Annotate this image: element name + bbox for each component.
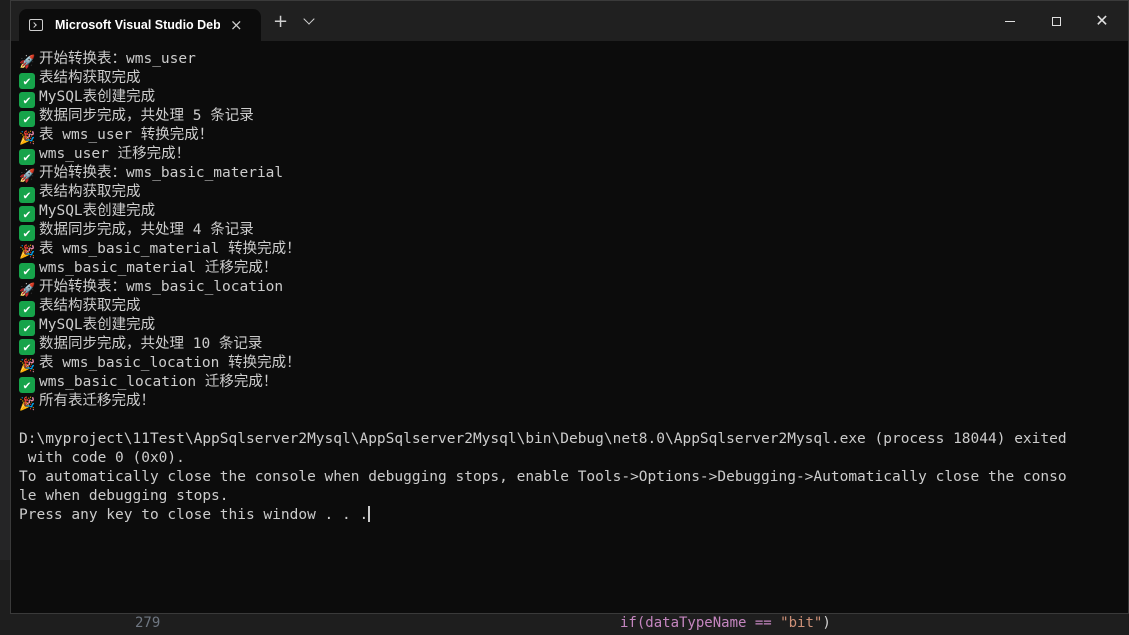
console-line: 🎉 所有表迁移完成！	[19, 392, 1114, 412]
console-line: 🎉 表 wms_basic_material 转换完成！	[19, 240, 1114, 260]
console-line-text: 数据同步完成，共处理 4 条记录	[39, 222, 254, 238]
check-icon: ✔	[19, 149, 35, 165]
check-icon: ✔	[19, 73, 35, 89]
check-icon: ✔	[19, 92, 35, 108]
minimize-icon	[1005, 20, 1015, 22]
minimize-button[interactable]	[987, 1, 1033, 41]
editor-code-suffix: )	[822, 615, 831, 631]
console-line: ✔ MySQL表创建完成	[19, 88, 1114, 108]
console-line: ✔ 表结构获取完成	[19, 297, 1114, 317]
console-line-text: le when debugging stops.	[19, 488, 229, 504]
console-output[interactable]: 🚀 开始转换表：wms_user ✔ 表结构获取完成 ✔ MySQL表创建完成 ✔ 数据同步完…	[19, 50, 1114, 525]
console-line: 🎉 表 wms_basic_location 转换完成！	[19, 354, 1114, 374]
console-line-text: MySQL表创建完成	[39, 203, 156, 219]
console-line-text: 表结构获取完成	[39, 184, 141, 200]
new-tab-button[interactable]: +	[273, 13, 288, 31]
console-line-text: 表结构获取完成	[39, 298, 141, 314]
check-icon: ✔	[19, 377, 35, 393]
editor-code-line: if(dataTypeName == "bit")	[620, 615, 831, 631]
console-line: ✔ 数据同步完成，共处理 5 条记录	[19, 107, 1114, 127]
check-icon: ✔	[19, 263, 35, 279]
close-icon: ✕	[1095, 11, 1109, 30]
console-line-text: D:\myproject\11Test\AppSqlserver2Mysql\A…	[19, 431, 1067, 447]
editor-code-string: "bit"	[780, 615, 823, 631]
console-line: ✔ 数据同步完成，共处理 4 条记录	[19, 221, 1114, 241]
maximize-button[interactable]	[1033, 1, 1079, 41]
editor-line-number: 279	[135, 615, 161, 631]
console-line-text: 表 wms_user 转换完成！	[39, 127, 214, 143]
console-line-text: To automatically close the console when …	[19, 469, 1067, 485]
tab-close-icon[interactable]: ×	[230, 17, 243, 33]
check-icon: ✔	[19, 225, 35, 241]
check-icon: ✔	[19, 339, 35, 355]
party-icon: 🎉	[19, 397, 36, 412]
console-line-text: 开始转换表：wms_basic_location	[39, 279, 284, 295]
console-line-text: with code 0 (0x0).	[19, 450, 185, 466]
console-line: ✔ 数据同步完成，共处理 10 条记录	[19, 335, 1114, 355]
terminal-icon	[29, 19, 43, 31]
console-line: ✔ wms_basic_material 迁移完成！	[19, 259, 1114, 279]
check-icon: ✔	[19, 320, 35, 336]
console-line-text: 数据同步完成，共处理 5 条记录	[39, 108, 254, 124]
console-line: le when debugging stops.	[19, 487, 1114, 506]
console-line: ✔ 表结构获取完成	[19, 183, 1114, 203]
console-line-text: 所有表迁移完成！	[39, 393, 155, 409]
console-line: 🚀 开始转换表：wms_user	[19, 50, 1114, 70]
console-line: To automatically close the console when …	[19, 468, 1114, 487]
text-cursor	[368, 506, 371, 522]
console-line-text: Press any key to close this window . . .	[19, 507, 369, 523]
console-line: 🚀 开始转换表：wms_basic_material	[19, 164, 1114, 184]
console-line-text: 开始转换表：wms_basic_material	[39, 165, 284, 181]
console-line: 🚀 开始转换表：wms_basic_location	[19, 278, 1114, 298]
debug-console-window: Microsoft Visual Studio Debug Console × …	[10, 0, 1129, 614]
console-line: ✔ MySQL表创建完成	[19, 202, 1114, 222]
check-icon: ✔	[19, 206, 35, 222]
console-line: D:\myproject\11Test\AppSqlserver2Mysql\A…	[19, 430, 1114, 449]
editor-code-prefix: if(dataTypeName ==	[620, 615, 781, 631]
console-line-text: MySQL表创建完成	[39, 317, 156, 333]
check-icon: ✔	[19, 301, 35, 317]
console-line: ✔ wms_basic_location 迁移完成！	[19, 373, 1114, 393]
close-window-button[interactable]: ✕	[1079, 1, 1125, 41]
console-line-text: 表 wms_basic_material 转换完成！	[39, 241, 301, 257]
console-line-text: 数据同步完成，共处理 10 条记录	[39, 336, 263, 352]
chevron-down-icon[interactable]	[303, 13, 315, 25]
console-tab[interactable]: Microsoft Visual Studio Debug Console ×	[19, 9, 261, 41]
console-line-text: 开始转换表：wms_user	[39, 51, 196, 67]
console-line-text: 表结构获取完成	[39, 70, 141, 86]
console-line-text: MySQL表创建完成	[39, 89, 156, 105]
console-line-text: wms_user 迁移完成！	[39, 146, 191, 162]
console-line: with code 0 (0x0).	[19, 449, 1114, 468]
console-line: ✔ 表结构获取完成	[19, 69, 1114, 89]
maximize-icon	[1051, 16, 1061, 26]
console-line: 🎉 表 wms_user 转换完成！	[19, 126, 1114, 146]
console-line-text: 表 wms_basic_location 转换完成！	[39, 355, 301, 371]
console-line-text: wms_basic_material 迁移完成！	[39, 260, 278, 276]
console-line: ✔ wms_user 迁移完成！	[19, 145, 1114, 165]
console-line: ✔ MySQL表创建完成	[19, 316, 1114, 336]
console-line: Press any key to close this window . . .	[19, 506, 1114, 525]
check-icon: ✔	[19, 111, 35, 127]
check-icon: ✔	[19, 187, 35, 203]
tab-title: Microsoft Visual Studio Debug Console	[55, 18, 220, 32]
title-bar[interactable]: Microsoft Visual Studio Debug Console × …	[11, 1, 1128, 41]
console-line-text: wms_basic_location 迁移完成！	[39, 374, 278, 390]
